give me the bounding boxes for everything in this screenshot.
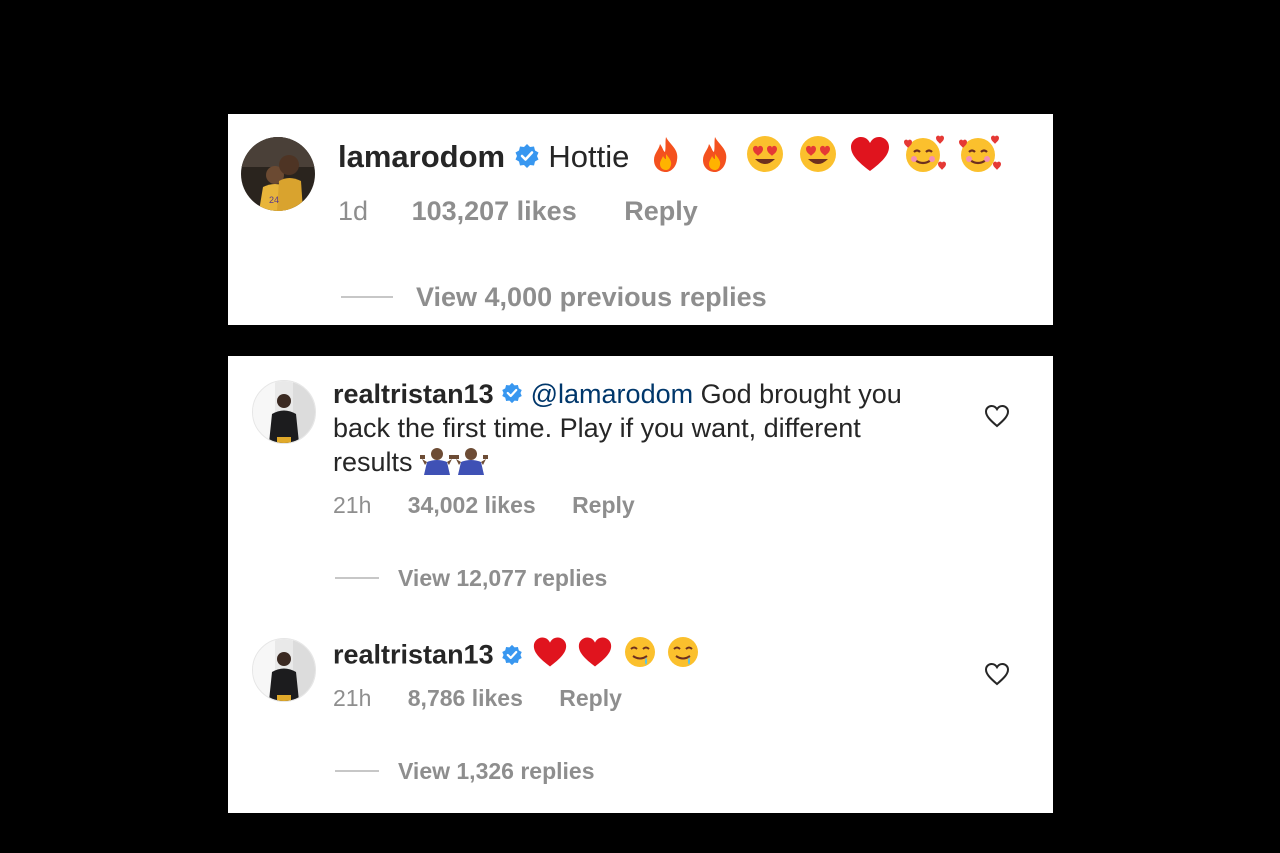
comment-meta: 21h 8,786 likes Reply [333,683,622,713]
like-heart-icon[interactable] [984,404,1010,433]
comment-text: back the first time. Play if you want, d… [333,413,861,444]
verified-badge-icon [501,639,523,675]
smiling-hearts-icon [901,134,947,184]
username[interactable]: realtristan13 [333,379,494,409]
reply-button[interactable]: Reply [559,685,622,711]
likes-count[interactable]: 8,786 likes [408,685,523,711]
username[interactable]: realtristan13 [333,640,494,670]
shrug-icon [454,445,489,483]
replies-divider [335,770,379,772]
fire-icon [695,134,735,184]
likes-count[interactable]: 34,002 likes [408,492,536,518]
comment-text: Hottie [548,139,630,175]
comment-text: God brought you [700,379,902,409]
mention-link[interactable]: @lamarodom [531,379,693,409]
avatar[interactable] [252,638,316,702]
red-heart-icon [576,635,614,678]
red-heart-icon [848,134,892,184]
avatar[interactable] [252,380,316,444]
likes-count[interactable]: 103,207 likes [412,196,577,226]
view-replies-button[interactable]: View 4,000 previous replies [416,280,767,314]
comment-line: realtristan13 [333,635,701,678]
comment-panel-top: 24 lamarodom Hottie 1d 103,207 likes Rep… [228,114,1053,325]
drooling-face-icon [622,635,658,678]
comment-panel-bottom: realtristan13 @lamarodom God brought you… [228,356,1053,813]
shrug-icon [420,445,455,483]
comment-meta: 21h 34,002 likes Reply [333,490,635,520]
drooling-face-icon [665,635,701,678]
heart-eyes-icon [743,134,787,184]
verified-badge-icon [501,379,523,412]
verified-badge-icon [514,139,540,179]
view-replies-button[interactable]: View 12,077 replies [398,563,607,593]
username[interactable]: lamarodom [338,139,505,174]
replies-divider [341,296,393,298]
reply-button[interactable]: Reply [572,492,635,518]
comment-text: results [333,447,413,478]
comment-age: 21h [333,492,372,518]
view-replies-button[interactable]: View 1,326 replies [398,756,595,786]
comment-age: 21h [333,685,372,711]
reply-button[interactable]: Reply [624,196,698,226]
fire-icon [646,134,686,184]
replies-divider [335,577,379,579]
smiling-hearts-icon [956,134,1002,184]
comment-age: 1d [338,196,369,226]
heart-eyes-icon [796,134,840,184]
like-heart-icon[interactable] [984,662,1010,691]
red-heart-icon [531,635,569,678]
avatar[interactable]: 24 [241,137,315,211]
comment-meta: 1d 103,207 likes Reply [338,194,698,228]
svg-text:24: 24 [269,195,279,205]
comment-line: lamarodom Hottie [338,134,1002,184]
comment-text-block: realtristan13 @lamarodom God brought you… [333,378,973,483]
